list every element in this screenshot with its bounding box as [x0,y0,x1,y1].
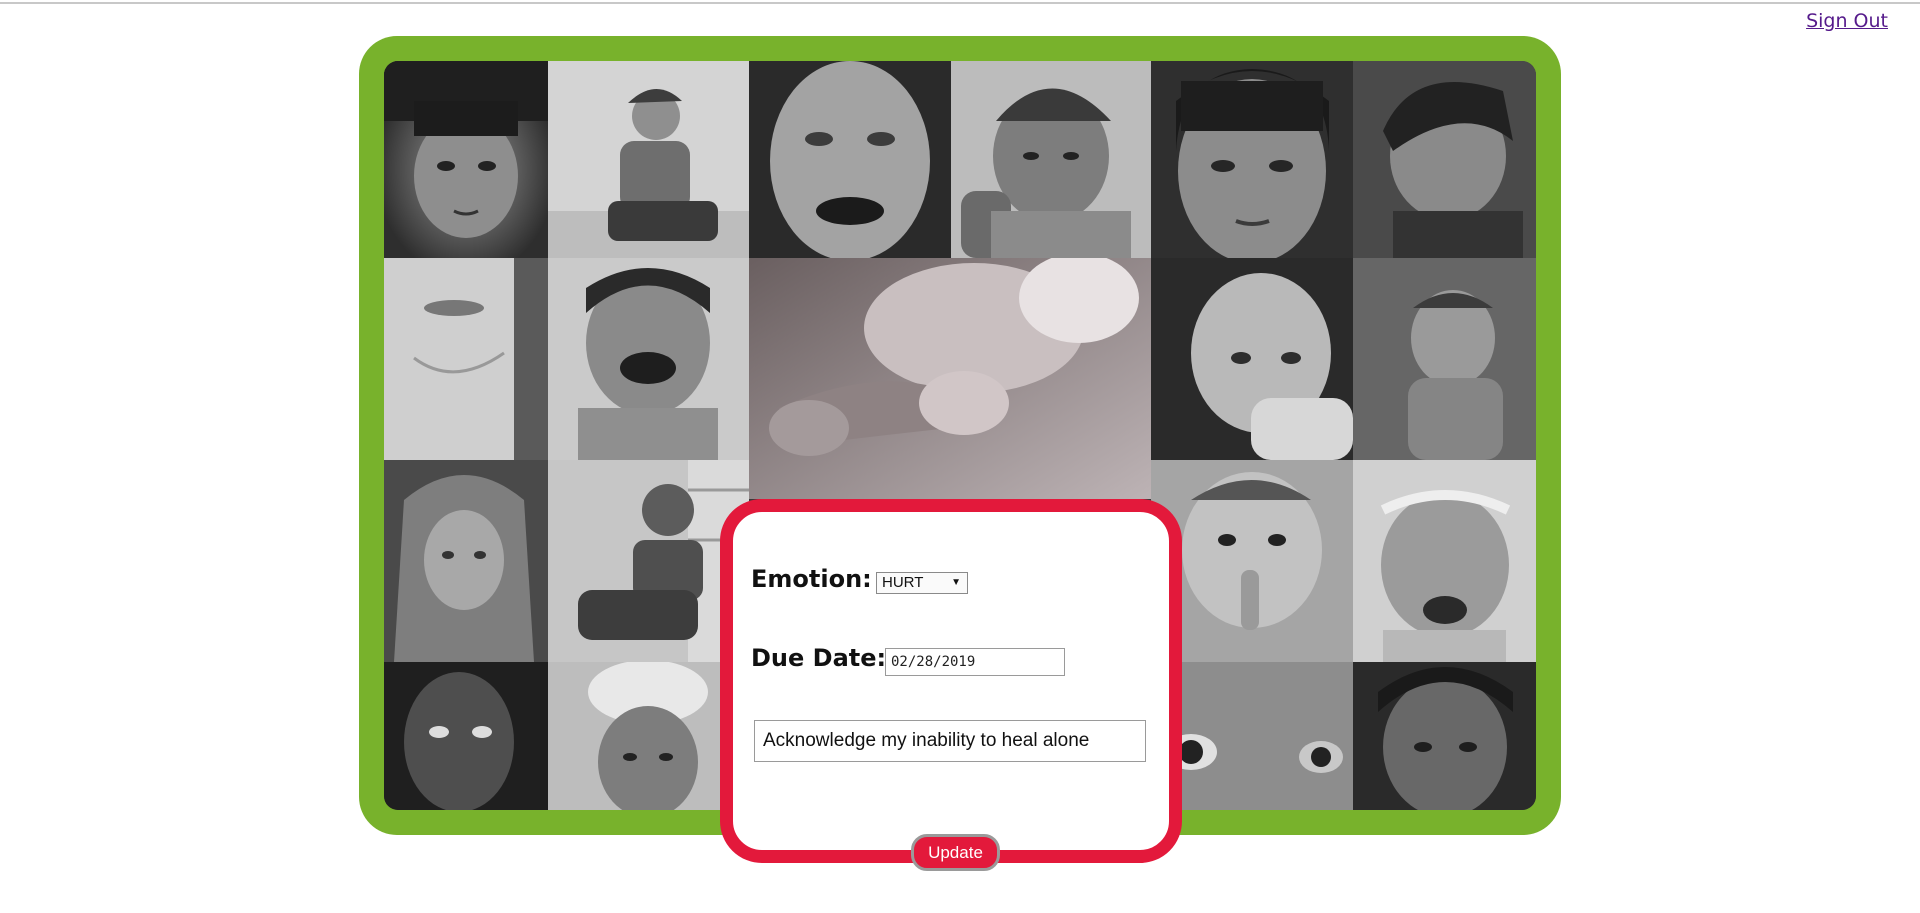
collage-photo [1353,258,1536,460]
collage-photo [749,258,1151,499]
top-divider [0,2,1920,4]
collage-photo [951,61,1151,258]
collage-photo [1353,662,1536,810]
collage-photo [1353,61,1536,258]
collage-photo [548,258,749,460]
chevron-down-icon: ▼ [951,577,961,588]
collage-photo [384,460,548,662]
collage-photo [548,662,749,810]
sign-out-link[interactable]: Sign Out [1806,10,1888,32]
collage-photo [384,61,548,258]
update-button[interactable]: Update [911,834,1000,871]
collage-photo [384,662,548,810]
due-date-label: Due Date: [751,644,887,672]
collage-photo [384,258,548,460]
collage-photo [1151,258,1353,460]
description-input[interactable]: Acknowledge my inability to heal alone [754,720,1146,762]
emotion-select-value: HURT [882,574,924,591]
collage-photo [548,460,749,662]
collage-photo [1151,61,1353,258]
collage-photo [749,61,951,258]
emotion-label: Emotion: [751,565,872,593]
collage-photo [548,61,749,258]
due-date-input[interactable]: 02/28/2019 [885,648,1065,676]
emotion-select[interactable]: HURT ▼ [876,572,968,594]
emotion-update-panel: Emotion: HURT ▼ Due Date: 02/28/2019 Ack… [720,499,1182,863]
collage-photo [1353,460,1536,662]
